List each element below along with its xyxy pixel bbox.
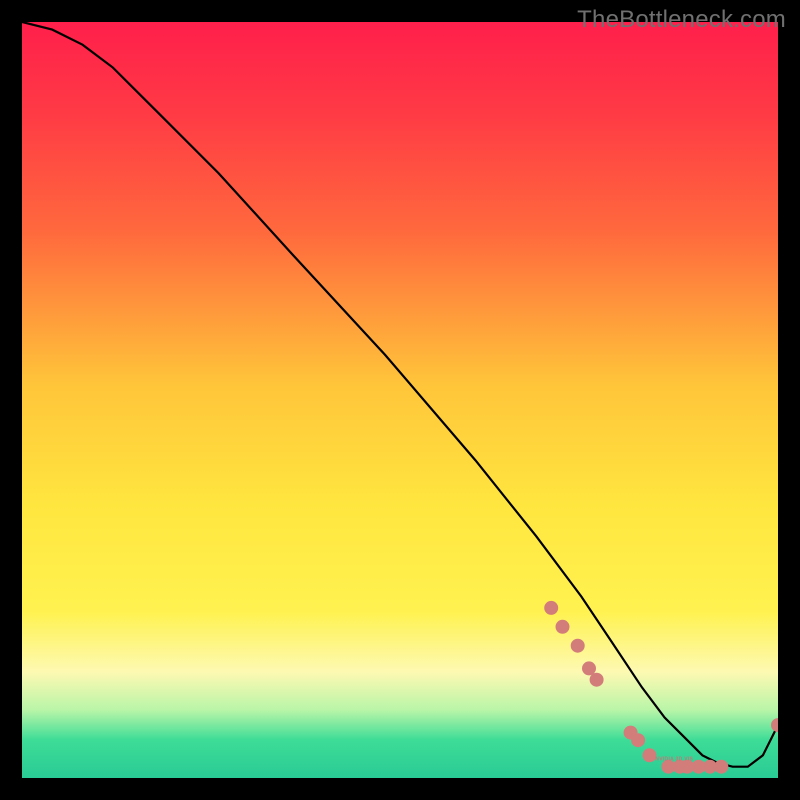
watermark-text: TheBottleneck.com [577,6,786,34]
data-point [545,601,558,614]
bottleneck-chart: NVIDIA 3D VIS [22,22,778,778]
data-point [632,734,645,747]
data-point [583,662,596,675]
data-point [556,620,569,633]
data-point [643,749,656,762]
data-point [571,639,584,652]
data-point [715,760,728,773]
chart-stage: TheBottleneck.com NVIDIA 3D VIS [0,0,800,800]
gradient-background [22,22,778,778]
series-label: NVIDIA 3D VIS [655,757,693,763]
data-point [590,673,603,686]
